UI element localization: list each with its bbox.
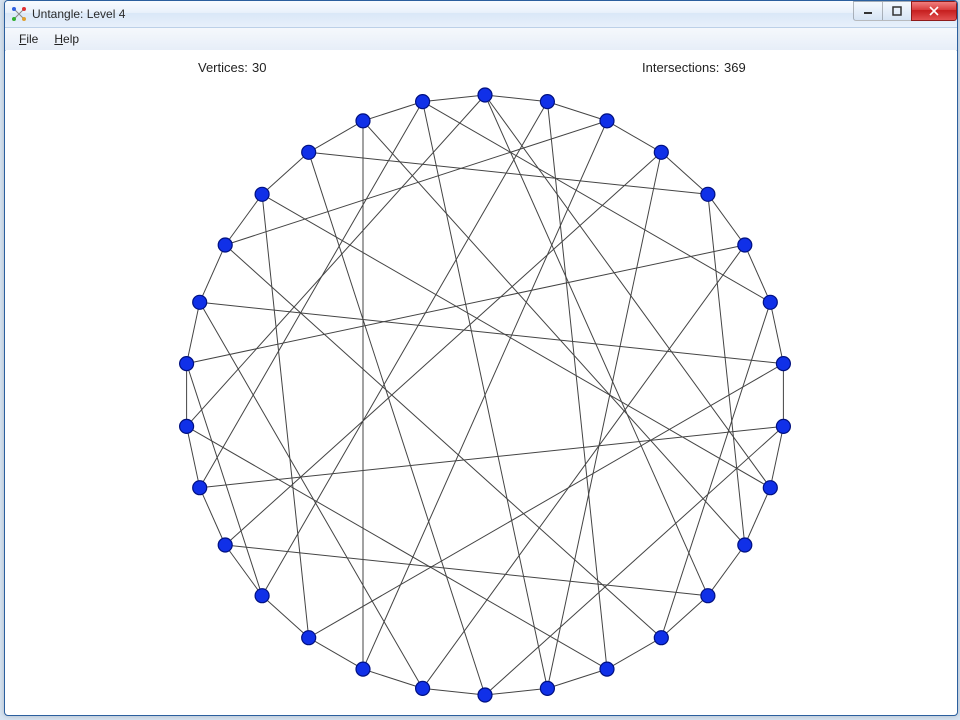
minimize-icon [863, 6, 873, 16]
edge [200, 302, 423, 688]
menu-file-rest: ile [26, 32, 38, 46]
vertex[interactable] [255, 187, 269, 201]
edge [225, 121, 607, 245]
vertex[interactable] [654, 631, 668, 645]
app-icon [11, 6, 27, 22]
edge [423, 688, 485, 695]
edge [309, 638, 363, 669]
edge [547, 102, 607, 121]
close-button[interactable] [911, 1, 957, 21]
vertex[interactable] [218, 238, 232, 252]
edge [187, 302, 200, 363]
content-area: Vertices: 30 Intersections: 369 [6, 50, 956, 714]
vertex[interactable] [600, 114, 614, 128]
edge [661, 152, 708, 194]
edge [363, 121, 745, 545]
edge [200, 245, 226, 302]
vertex[interactable] [654, 145, 668, 159]
vertex[interactable] [738, 538, 752, 552]
edge [423, 95, 485, 102]
edge [200, 302, 784, 363]
vertex[interactable] [478, 88, 492, 102]
edge [225, 194, 262, 245]
edge [485, 95, 708, 596]
vertex[interactable] [302, 631, 316, 645]
edge [309, 152, 708, 194]
edge [309, 121, 363, 152]
vertex[interactable] [776, 357, 790, 371]
window-title: Untangle: Level 4 [32, 7, 125, 21]
app-window: Untangle: Level 4 File Help Vertices: 30… [4, 0, 958, 716]
vertex[interactable] [763, 481, 777, 495]
vertex[interactable] [356, 114, 370, 128]
edge [485, 95, 547, 102]
edge [200, 488, 226, 545]
vertex[interactable] [600, 662, 614, 676]
menu-help[interactable]: Help [46, 30, 87, 48]
vertex[interactable] [180, 357, 194, 371]
vertex[interactable] [540, 681, 554, 695]
edge [485, 426, 783, 695]
edge [262, 152, 309, 194]
maximize-button[interactable] [882, 1, 912, 21]
vertex[interactable] [180, 419, 194, 433]
menubar: File Help [5, 28, 957, 51]
edge [262, 596, 309, 638]
menu-help-rest: elp [63, 32, 79, 46]
edge [423, 102, 771, 303]
minimize-button[interactable] [853, 1, 883, 21]
edge [187, 95, 485, 426]
vertex[interactable] [540, 95, 554, 109]
vertex[interactable] [193, 295, 207, 309]
edge [770, 302, 783, 363]
edge [547, 152, 661, 688]
vertex[interactable] [763, 295, 777, 309]
edge [262, 194, 309, 637]
edge [745, 488, 771, 545]
vertex[interactable] [302, 145, 316, 159]
window-controls [854, 1, 957, 21]
edge [770, 426, 783, 487]
edge [225, 545, 262, 596]
graph-canvas[interactable] [6, 50, 956, 714]
edge [309, 152, 485, 695]
menu-file[interactable]: File [11, 30, 46, 48]
titlebar[interactable]: Untangle: Level 4 [5, 1, 957, 28]
edge [708, 194, 745, 245]
vertex[interactable] [416, 95, 430, 109]
vertex[interactable] [218, 538, 232, 552]
vertex[interactable] [416, 681, 430, 695]
edge [187, 426, 200, 487]
edge [547, 669, 607, 688]
vertex[interactable] [478, 688, 492, 702]
maximize-icon [892, 6, 902, 16]
vertex[interactable] [255, 589, 269, 603]
vertex[interactable] [193, 481, 207, 495]
edge [745, 245, 771, 302]
edge [225, 245, 661, 638]
vertex[interactable] [701, 589, 715, 603]
edges-group [187, 95, 784, 695]
close-icon [928, 6, 940, 16]
edge [262, 102, 547, 596]
edge [423, 102, 548, 689]
edge [485, 688, 547, 695]
edge [708, 545, 745, 596]
edge [607, 121, 661, 152]
vertex[interactable] [776, 419, 790, 433]
vertex[interactable] [701, 187, 715, 201]
vertex[interactable] [356, 662, 370, 676]
vertex[interactable] [738, 238, 752, 252]
edge [607, 638, 661, 669]
